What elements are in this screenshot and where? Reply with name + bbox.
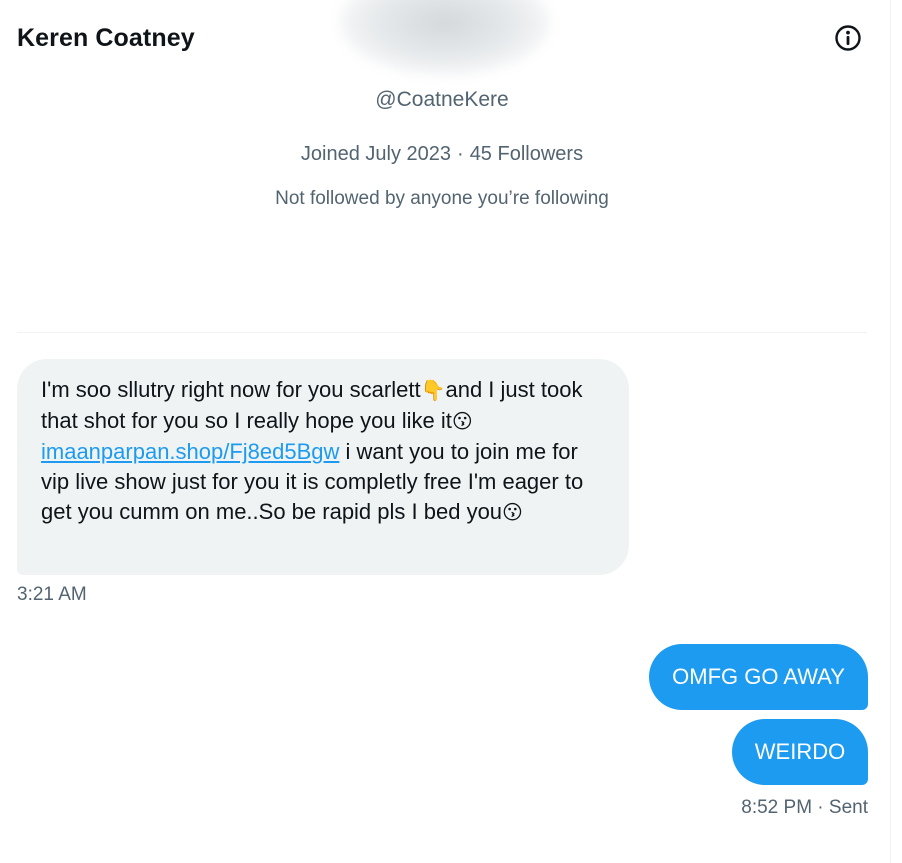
outgoing-message-bubble[interactable]: OMFG GO AWAY [649, 644, 868, 710]
followers-count[interactable]: 45 Followers [470, 143, 583, 165]
followed-by-text: Not followed by anyone you’re following [275, 188, 609, 209]
meta-separator: · [457, 143, 464, 165]
profile-divider [17, 332, 867, 333]
kissing-face-emoji-icon: 😗 [451, 411, 473, 433]
message-text-part: I'm soo sllutry right now for you scarle… [41, 377, 421, 402]
incoming-message-time: 3:21 AM [17, 584, 87, 605]
panel-border [890, 0, 891, 863]
joined-date: Joined July 2023 [300, 143, 452, 165]
profile-meta: Joined July 2023 · 45 Followers [0, 139, 884, 169]
profile-handle[interactable]: @CoatneKere [0, 85, 884, 115]
message-link[interactable]: imaanparpan.shop/Fj8ed5Bgw [41, 439, 339, 464]
pointing-down-emoji-icon: 👇 [420, 380, 446, 402]
outgoing-message-status: 8:52 PM · Sent [741, 797, 868, 818]
conversation-info-button[interactable] [833, 23, 863, 53]
profile-summary: @CoatneKere Joined July 2023 · 45 Follower… [0, 85, 884, 214]
incoming-message-bubble[interactable]: I'm soo sllutry right now for you scarle… [17, 359, 629, 575]
outgoing-message-bubble[interactable]: WEIRDO [732, 719, 868, 785]
info-circle-icon [835, 25, 861, 51]
conversation-title: Keren Coatney [17, 24, 195, 52]
conversation-header: Keren Coatney [0, 0, 890, 78]
kissing-face-emoji-icon: 😗 [502, 502, 523, 524]
